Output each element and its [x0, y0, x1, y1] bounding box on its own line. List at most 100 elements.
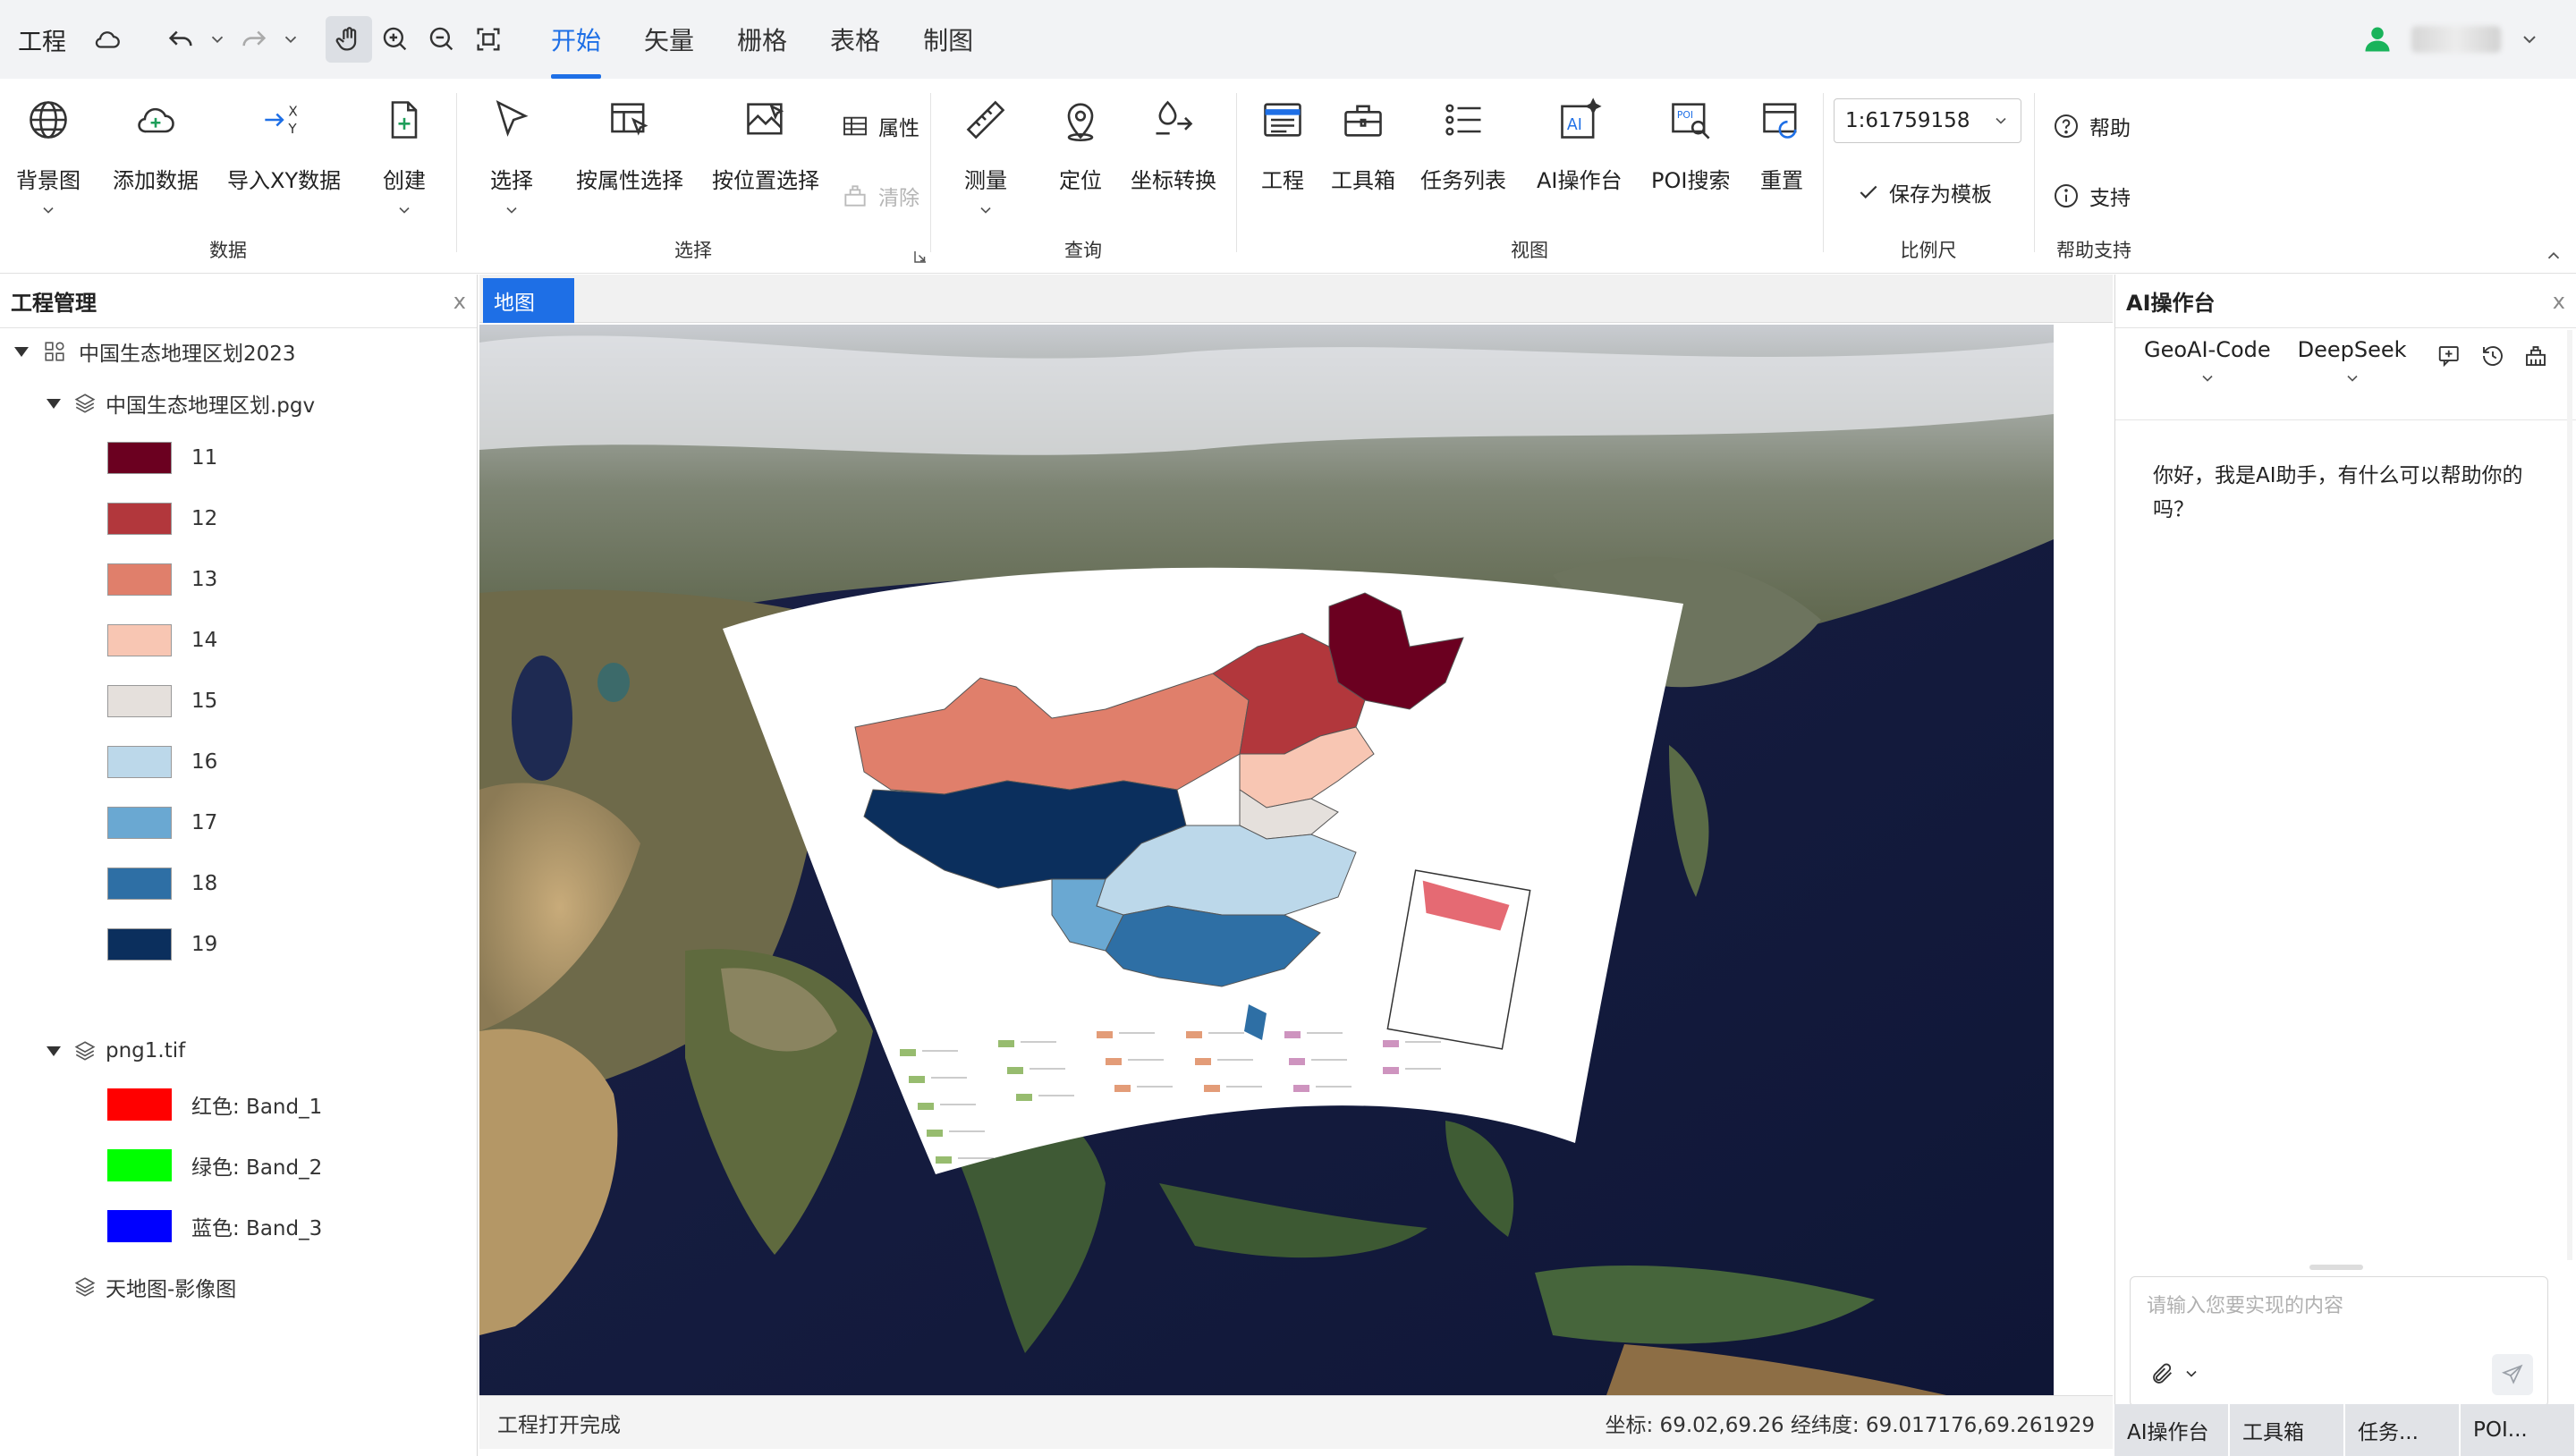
- attach-button[interactable]: [2150, 1361, 2200, 1386]
- menu-project[interactable]: 工程: [0, 0, 84, 79]
- table-icon: [843, 116, 867, 136]
- undo-dropdown-icon[interactable]: [204, 16, 231, 63]
- legend-swatch[interactable]: [107, 685, 172, 717]
- clear-chat-icon[interactable]: [2522, 343, 2549, 369]
- tab-raster[interactable]: 栅格: [716, 0, 809, 79]
- panel-resize-handle[interactable]: [2309, 1265, 2363, 1270]
- dock-tab-toolbox[interactable]: 工具箱: [2230, 1404, 2345, 1456]
- tab-table[interactable]: 表格: [809, 0, 902, 79]
- legend-item[interactable]: 16: [107, 744, 217, 780]
- layers-icon: [74, 1277, 96, 1297]
- redo-icon[interactable]: [231, 16, 277, 63]
- select-by-attribute-button[interactable]: 按属性选择: [576, 93, 683, 194]
- close-panel-button[interactable]: x: [2553, 289, 2565, 314]
- basemap-button[interactable]: 背景图: [16, 93, 80, 219]
- create-button[interactable]: 创建: [377, 93, 431, 219]
- band-swatch[interactable]: [107, 1149, 172, 1181]
- send-button[interactable]: [2492, 1354, 2533, 1395]
- ai-console-button[interactable]: AI AI操作台: [1537, 93, 1623, 194]
- legend-swatch[interactable]: [107, 503, 172, 535]
- user-area[interactable]: [2361, 0, 2540, 79]
- tree-layer-tianditu[interactable]: 天地图-影像图: [73, 1269, 236, 1305]
- chevron-down-icon[interactable]: [2519, 29, 2540, 50]
- model-select-deepseek[interactable]: DeepSeek: [2298, 337, 2407, 387]
- collapse-ribbon-icon[interactable]: [2544, 246, 2563, 266]
- select-button[interactable]: 选择: [485, 93, 538, 219]
- band-item[interactable]: 红色: Band_1: [107, 1087, 322, 1122]
- chat-input[interactable]: [2147, 1290, 2522, 1325]
- model-select-geoai[interactable]: GeoAI-Code: [2144, 337, 2271, 387]
- tab-start[interactable]: 开始: [530, 0, 623, 79]
- pan-hand-icon[interactable]: [326, 16, 372, 63]
- history-icon[interactable]: [2479, 343, 2506, 369]
- user-name[interactable]: [2411, 26, 2501, 53]
- legend-label: 13: [191, 568, 218, 591]
- legend-swatch[interactable]: [107, 928, 172, 961]
- band-item[interactable]: 蓝色: Band_3: [107, 1208, 322, 1244]
- legend-item[interactable]: 13: [107, 562, 217, 597]
- undo-icon[interactable]: [157, 16, 204, 63]
- dialog-launcher-icon[interactable]: [912, 249, 928, 265]
- eraser-icon: [844, 185, 866, 207]
- legend-item[interactable]: 19: [107, 927, 217, 962]
- legend-swatch[interactable]: [107, 624, 172, 656]
- chevron-down-icon[interactable]: [395, 201, 413, 219]
- poi-search-button[interactable]: POI POI搜索: [1651, 93, 1730, 194]
- band-item[interactable]: 绿色: Band_2: [107, 1147, 322, 1183]
- reset-view-button[interactable]: 重置: [1755, 93, 1809, 194]
- import-xy-button[interactable]: XY 导入XY数据: [227, 93, 341, 194]
- caret-down-icon[interactable]: [14, 346, 29, 357]
- toolbox-button[interactable]: 工具箱: [1331, 93, 1395, 194]
- group-title-select: 选择: [674, 240, 712, 261]
- band-swatch[interactable]: [107, 1210, 172, 1242]
- legend-item[interactable]: 18: [107, 866, 217, 902]
- legend-item[interactable]: 12: [107, 501, 217, 537]
- legend-item[interactable]: 14: [107, 622, 217, 658]
- chevron-down-icon[interactable]: [977, 201, 995, 219]
- task-list-button[interactable]: 任务列表: [1420, 93, 1506, 194]
- tab-cartography[interactable]: 制图: [902, 0, 995, 79]
- add-data-button[interactable]: 添加数据: [113, 93, 199, 194]
- coordinate-convert-button[interactable]: 坐标转换: [1131, 93, 1216, 194]
- legend-item[interactable]: 11: [107, 440, 217, 476]
- legend-item[interactable]: 17: [107, 805, 217, 841]
- cloud-icon[interactable]: [84, 16, 131, 63]
- tree-root[interactable]: 中国生态地理区划2023: [14, 334, 296, 369]
- dock-tab-poi[interactable]: POI...: [2461, 1404, 2576, 1456]
- clear-selection-button[interactable]: 清除: [841, 181, 919, 211]
- chat-scrollbar[interactable]: [2567, 330, 2572, 1260]
- legend-item[interactable]: 15: [107, 683, 217, 719]
- tree-layer-tif[interactable]: png1.tif: [47, 1033, 185, 1069]
- map-canvas[interactable]: [479, 325, 2054, 1395]
- legend-swatch[interactable]: [107, 442, 172, 474]
- locate-button[interactable]: 定位: [1054, 93, 1107, 194]
- user-avatar-icon[interactable]: [2361, 23, 2394, 55]
- close-panel-button[interactable]: x: [453, 289, 466, 314]
- attributes-button[interactable]: 属性: [841, 111, 919, 141]
- band-swatch[interactable]: [107, 1088, 172, 1121]
- caret-down-icon[interactable]: [47, 1045, 61, 1056]
- new-chat-icon[interactable]: [2436, 343, 2463, 369]
- dock-tab-tasks[interactable]: 任务...: [2345, 1404, 2461, 1456]
- layers-icon: [74, 1041, 96, 1061]
- band-label: 红色: Band_1: [191, 1096, 323, 1119]
- full-extent-icon[interactable]: [465, 16, 512, 63]
- legend-swatch[interactable]: [107, 746, 172, 778]
- redo-dropdown-icon[interactable]: [277, 16, 304, 63]
- tab-vector[interactable]: 矢量: [623, 0, 716, 79]
- satellite-basemap[interactable]: [479, 325, 2054, 1395]
- project-panel-button[interactable]: 工程: [1256, 93, 1309, 194]
- tree-layer-pgv[interactable]: 中国生态地理区划.pgv: [47, 385, 315, 421]
- zoom-out-icon[interactable]: [419, 16, 465, 63]
- zoom-in-icon[interactable]: [372, 16, 419, 63]
- caret-down-icon[interactable]: [47, 398, 61, 409]
- chevron-down-icon[interactable]: [503, 201, 521, 219]
- measure-button[interactable]: 测量: [959, 93, 1013, 219]
- legend-swatch[interactable]: [107, 563, 172, 596]
- legend-swatch[interactable]: [107, 868, 172, 900]
- dock-tab-ai-console[interactable]: AI操作台: [2114, 1404, 2230, 1456]
- tab-map[interactable]: 地图: [483, 278, 574, 323]
- legend-swatch[interactable]: [107, 807, 172, 839]
- select-by-location-button[interactable]: 按位置选择: [712, 93, 819, 194]
- chevron-down-icon[interactable]: [39, 201, 57, 219]
